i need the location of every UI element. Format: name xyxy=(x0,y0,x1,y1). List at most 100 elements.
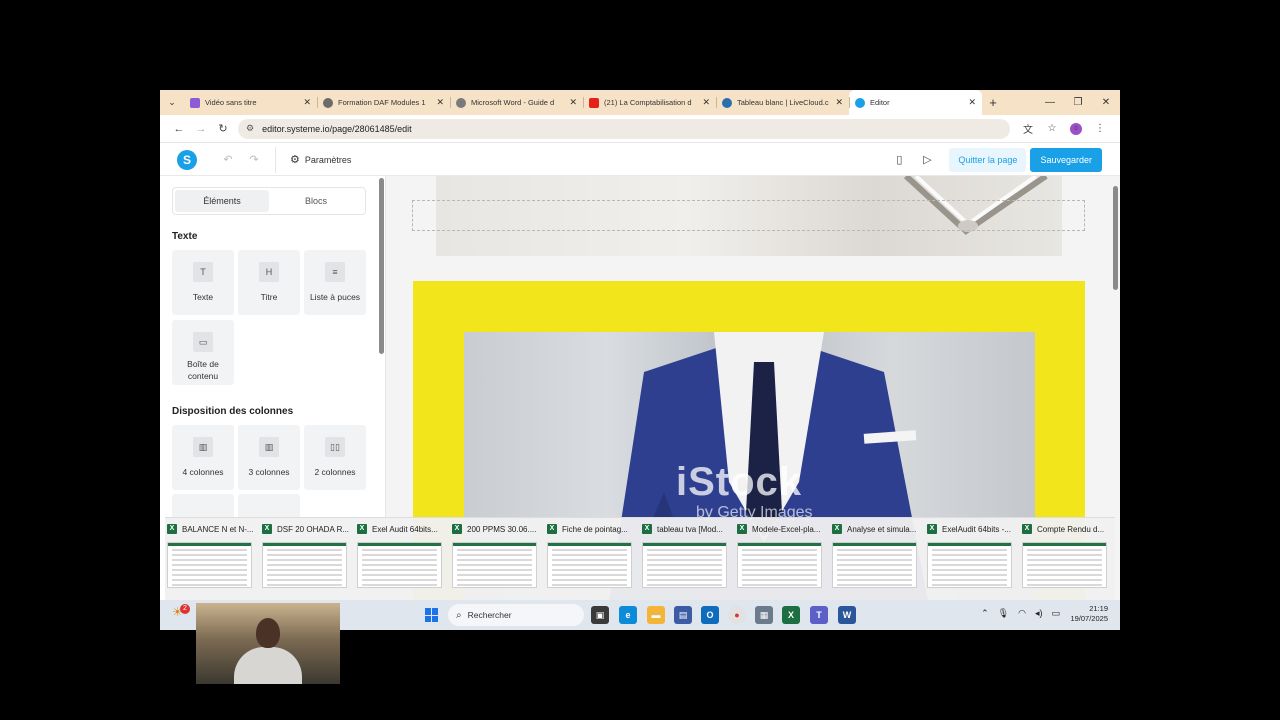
close-tab-icon[interactable]: ✕ xyxy=(835,97,843,108)
minimize-icon[interactable]: — xyxy=(1036,97,1064,108)
excel-window-thumbnail[interactable]: X Analyse et simula... xyxy=(832,522,922,596)
presenter-body xyxy=(234,647,302,684)
excel-window-thumbnail[interactable]: X ExelAudit 64bits -... xyxy=(927,522,1017,596)
mobile-preview-icon[interactable]: ▯ xyxy=(885,153,913,166)
browser-tab[interactable]: (21) La Comptabilisation d ✕ xyxy=(583,90,716,115)
microphone-icon[interactable]: 🎙 xyxy=(998,608,1009,619)
browser-tab[interactable]: Tableau blanc | LiveCloud.c ✕ xyxy=(716,90,849,115)
settings-button[interactable]: ⚙ Paramètres xyxy=(290,153,351,166)
youtube-favicon-icon xyxy=(589,97,599,108)
volume-icon[interactable]: ◂) xyxy=(1035,608,1043,619)
excel-window-thumbnail[interactable]: X Exel Audit 64bits... xyxy=(357,522,447,596)
windows-start-icon[interactable] xyxy=(425,608,439,622)
element-title[interactable]: H Titre xyxy=(238,250,300,315)
excel-window-thumbnail[interactable]: X DSF 20 OHADA R... xyxy=(262,522,352,596)
text-section-title: Texte xyxy=(172,231,198,242)
battery-icon[interactable]: ▭ xyxy=(1051,608,1060,619)
excel-icon: X xyxy=(547,524,557,534)
spreadsheet-preview xyxy=(262,542,347,588)
weather-widget[interactable]: ☀ 2 xyxy=(172,604,194,625)
close-tab-icon[interactable]: ✕ xyxy=(968,97,976,108)
element-label: 3 colonnes xyxy=(248,467,290,477)
new-tab-button[interactable]: + xyxy=(982,95,1004,110)
teams-icon[interactable]: T xyxy=(810,606,828,624)
excel-icon: X xyxy=(167,524,177,534)
wifi-icon[interactable]: ◠ xyxy=(1018,608,1026,619)
word-icon[interactable]: W xyxy=(838,606,856,624)
spreadsheet-preview xyxy=(547,542,632,588)
close-tab-icon[interactable]: ✕ xyxy=(569,97,577,108)
chrome-icon[interactable]: ● xyxy=(728,606,746,624)
browser-menu-icon[interactable]: ⋮ xyxy=(1088,123,1112,134)
thumbnail-header: X Modele-Excel-pla... xyxy=(737,522,827,536)
selected-section-outline[interactable] xyxy=(412,200,1085,231)
calculator-icon[interactable]: ▦ xyxy=(755,606,773,624)
excel-window-thumbnail[interactable]: X 200 PPMS 30.06.... xyxy=(452,522,542,596)
browser-tab[interactable]: Formation DAF Modules 1 ✕ xyxy=(317,90,450,115)
url-text: editor.systeme.io/page/28061485/edit xyxy=(262,123,412,134)
excel-icon: X xyxy=(737,524,747,534)
clock-time: 21:19 xyxy=(1089,604,1108,613)
systeme-logo[interactable]: S xyxy=(177,149,197,170)
site-info-icon[interactable]: ⚙ xyxy=(246,123,254,134)
course-favicon-icon xyxy=(323,97,333,108)
excel-window-previews: X BALANCE N et N-... X DSF 20 OHADA R... X Ex… xyxy=(165,517,1115,600)
outlook-icon[interactable]: O xyxy=(701,606,719,624)
excel-window-thumbnail[interactable]: Xtableau tva [Mod... xyxy=(642,522,732,596)
forward-arrow-icon[interactable]: → xyxy=(190,123,212,135)
excel-window-thumbnail[interactable]: X BALANCE N et N-... xyxy=(167,522,257,596)
store-icon[interactable]: ▤ xyxy=(674,606,692,624)
taskbar-search[interactable]: ⌕ Rechercher xyxy=(448,604,584,626)
element-4-columns[interactable]: ▥ 4 colonnes xyxy=(172,425,234,490)
element-label: Texte xyxy=(192,292,214,302)
excel-icon: X xyxy=(927,524,937,534)
thumbnail-title: 200 PPMS 30.06.... xyxy=(467,524,537,534)
close-window-icon[interactable]: ✕ xyxy=(1092,97,1120,108)
thumbnail-title: ExelAudit 64bits -... xyxy=(942,524,1011,534)
thumbnail-header: X BALANCE N et N-... xyxy=(167,522,257,536)
save-button[interactable]: Sauvegarder xyxy=(1030,147,1102,172)
back-arrow-icon[interactable]: ← xyxy=(168,123,190,135)
task-view-icon[interactable]: ▣ xyxy=(591,606,609,624)
excel-window-thumbnail[interactable]: X Modele-Excel-pla... xyxy=(737,522,827,596)
spreadsheet-preview xyxy=(452,542,537,588)
desktop-screen: ⌄ Vidéo sans titre ✕ Formation DAF Module… xyxy=(160,90,1120,630)
reload-icon[interactable]: ↻ xyxy=(212,122,234,135)
close-tab-icon[interactable]: ✕ xyxy=(436,97,444,108)
excel-icon: X xyxy=(642,524,652,534)
excel-icon[interactable]: X xyxy=(782,606,800,624)
browser-tab-active[interactable]: Editor ✕ xyxy=(849,90,982,115)
restore-icon[interactable]: ❐ xyxy=(1064,97,1092,108)
excel-window-thumbnail[interactable]: X Fiche de pointag... xyxy=(547,522,637,596)
three-columns-icon: ▥ xyxy=(259,437,279,457)
tab-blocks[interactable]: Blocs xyxy=(269,190,363,212)
excel-window-thumbnail[interactable]: X Compte Rendu d... xyxy=(1022,522,1112,596)
bookmark-star-icon[interactable]: ☆ xyxy=(1040,123,1064,134)
chevron-up-icon[interactable]: ⌃ xyxy=(981,608,989,619)
globe-favicon-icon xyxy=(456,97,466,108)
text-icon: T xyxy=(193,262,213,282)
element-2-columns[interactable]: ▯▯ 2 colonnes xyxy=(304,425,366,490)
edge-icon[interactable]: e xyxy=(619,606,637,624)
file-explorer-icon[interactable]: ▬ xyxy=(647,606,665,624)
element-text[interactable]: T Texte xyxy=(172,250,234,315)
browser-tab[interactable]: Vidéo sans titre ✕ xyxy=(184,90,317,115)
close-tab-icon[interactable]: ✕ xyxy=(303,97,311,108)
profile-avatar[interactable]: c xyxy=(1070,122,1082,135)
url-input[interactable]: ⚙ editor.systeme.io/page/28061485/edit xyxy=(238,118,1010,139)
tab-elements[interactable]: Éléments xyxy=(175,190,269,212)
thumbnail-title: Compte Rendu d... xyxy=(1037,524,1105,534)
close-tab-icon[interactable]: ✕ xyxy=(702,97,710,108)
quit-page-button[interactable]: Quitter la page xyxy=(949,147,1027,172)
tab-search-icon[interactable]: ⌄ xyxy=(160,90,184,115)
element-3-columns[interactable]: ▥ 3 colonnes xyxy=(238,425,300,490)
translate-icon[interactable]: 文 xyxy=(1016,121,1040,136)
play-preview-icon[interactable]: ▷ xyxy=(913,153,941,166)
undo-icon[interactable]: ↶ xyxy=(215,153,241,166)
browser-tab[interactable]: Microsoft Word - Guide d ✕ xyxy=(450,90,583,115)
system-clock[interactable]: 21:19 19/07/2025 xyxy=(1070,604,1108,624)
element-content-box[interactable]: ▭ Boîte de contenu xyxy=(172,320,234,385)
panel-scrollbar[interactable] xyxy=(379,178,384,354)
redo-icon[interactable]: ↷ xyxy=(241,153,267,166)
element-bullet-list[interactable]: ≡ Liste à puces xyxy=(304,250,366,315)
